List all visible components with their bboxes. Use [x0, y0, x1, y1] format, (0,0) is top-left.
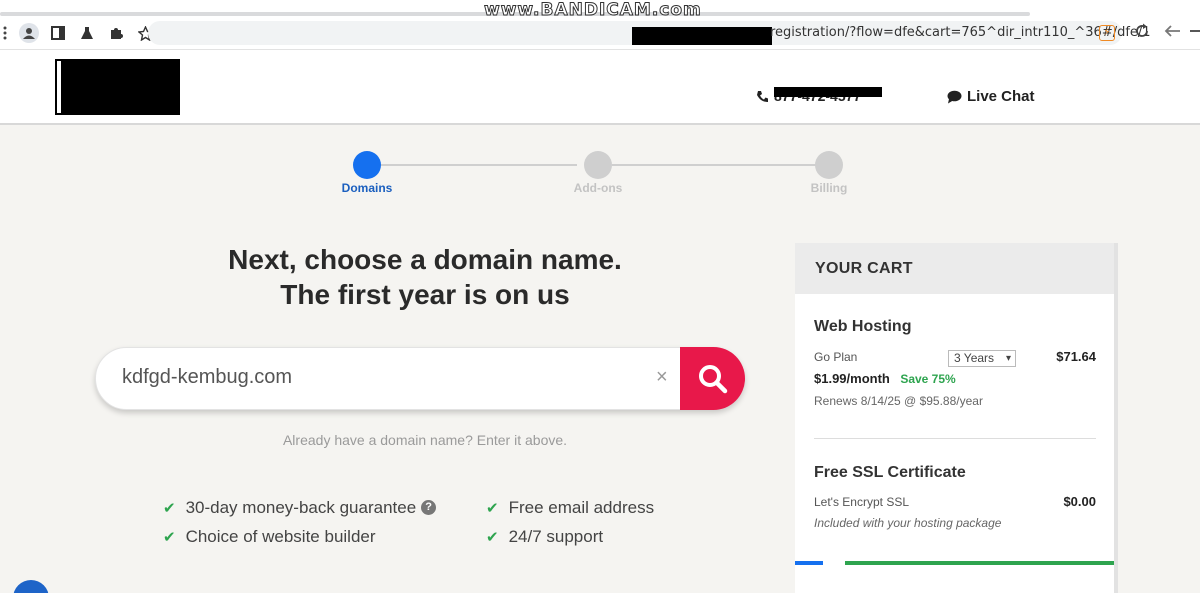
phone-link[interactable]: 877-472-4577: [756, 87, 882, 104]
check-icon: ✔: [486, 528, 499, 546]
feature-item: ✔ Choice of website builder: [163, 522, 436, 551]
savings-badge: Save 75%: [900, 372, 956, 386]
step-label-domains: Domains: [341, 181, 393, 195]
clear-search-icon[interactable]: ×: [656, 366, 668, 389]
sidebar-icon[interactable]: [47, 22, 69, 44]
features-col-2: ✔ Free email address ✔ 24/7 support: [486, 493, 654, 551]
ssl-price: $0.00: [1063, 494, 1096, 509]
term-select[interactable]: 3 Years: [948, 350, 1016, 367]
page-title: Next, choose a domain name. The first ye…: [150, 242, 700, 312]
check-icon: ✔: [163, 499, 176, 517]
check-icon: ✔: [486, 499, 499, 517]
hosting-renewal: Renews 8/14/25 @ $95.88/year: [814, 394, 983, 408]
feature-text: Free email address: [508, 497, 655, 517]
ssl-title: Free SSL Certificate: [814, 464, 966, 481]
feature-item: ✔ Free email address: [486, 493, 654, 522]
phone-icon: [757, 90, 768, 102]
ssl-note: Included with your hosting package: [814, 516, 1002, 530]
watermark: www.BANDICAM.com: [484, 0, 702, 21]
features-col-1: ✔ 30-day money-back guarantee? ✔ Choice of…: [163, 493, 437, 551]
extension-badge-icon[interactable]: ⚡: [1099, 25, 1115, 41]
phone-redaction: [774, 87, 882, 97]
step-connector: [381, 164, 577, 166]
feature-text: Choice of website builder: [185, 526, 376, 546]
step-label-billing: Billing: [810, 181, 848, 195]
extensions-icon[interactable]: [105, 22, 127, 44]
forward-arrow-icon[interactable]: [1190, 23, 1200, 44]
feature-text: 24/7 support: [508, 526, 604, 546]
step-label-addons: Add-ons: [573, 181, 623, 195]
step-dot-addons: [584, 151, 612, 179]
cart-panel: YOUR CART Web Hosting Go Plan $71.64 3 Y…: [795, 243, 1114, 593]
existing-domain-hint: Already have a domain name? Enter it abo…: [282, 432, 568, 448]
cart-progress-blue: [795, 561, 823, 565]
hosting-plan: Go Plan: [814, 349, 858, 364]
hosting-title: Web Hosting: [814, 318, 912, 335]
labs-icon[interactable]: [76, 22, 98, 44]
menu-dots-icon[interactable]: [0, 22, 16, 44]
cart-title: YOUR CART: [795, 243, 1114, 294]
reload-icon[interactable]: [1134, 23, 1150, 44]
hosting-monthly-price: $1.99/month: [814, 371, 890, 386]
url-text[interactable]: registration/?flow=dfe&cart=765^dir_intr…: [770, 25, 1151, 40]
accessibility-icon[interactable]: [13, 580, 49, 593]
back-arrow-icon[interactable]: [1163, 23, 1181, 44]
site-header: 877-472-4577 Live Chat: [0, 50, 1200, 125]
domain-search-box: ×: [95, 347, 745, 410]
live-chat-button[interactable]: Live Chat: [947, 88, 1035, 105]
cart-divider: [814, 438, 1096, 439]
help-icon[interactable]: ?: [421, 500, 437, 515]
page-title-line1: Next, choose a domain name.: [228, 244, 622, 275]
url-redaction: [632, 27, 772, 45]
ssl-plan: Let's Encrypt SSL: [814, 494, 910, 509]
page-title-line2: The first year is on us: [280, 279, 570, 310]
cart-item-ssl: Free SSL Certificate Let's Encrypt SSL $…: [814, 464, 1096, 530]
search-icon: [698, 364, 727, 393]
step-dot-domains: [353, 151, 381, 179]
logo-redaction: [55, 59, 180, 115]
feature-item: ✔ 24/7 support: [486, 522, 654, 551]
step-dot-billing: [815, 151, 843, 179]
profile-icon[interactable]: [18, 22, 40, 44]
domain-search-input[interactable]: [122, 366, 642, 389]
browser-toolbar: www.BANDICAM.com registration/?flow=dfe&…: [0, 0, 1200, 50]
live-chat-label[interactable]: Live Chat: [967, 88, 1035, 105]
cart-progress-green: [845, 561, 1114, 565]
hosting-price: $71.64: [1056, 349, 1096, 364]
step-connector: [612, 164, 816, 166]
cart-item-hosting: Web Hosting Go Plan $71.64 3 Years $1.99…: [814, 318, 1096, 408]
feature-item: ✔ 30-day money-back guarantee?: [163, 493, 437, 522]
search-button[interactable]: [680, 347, 745, 410]
chat-bubble-icon: [947, 90, 962, 103]
feature-text: 30-day money-back guarantee: [185, 497, 417, 517]
check-icon: ✔: [163, 528, 176, 546]
